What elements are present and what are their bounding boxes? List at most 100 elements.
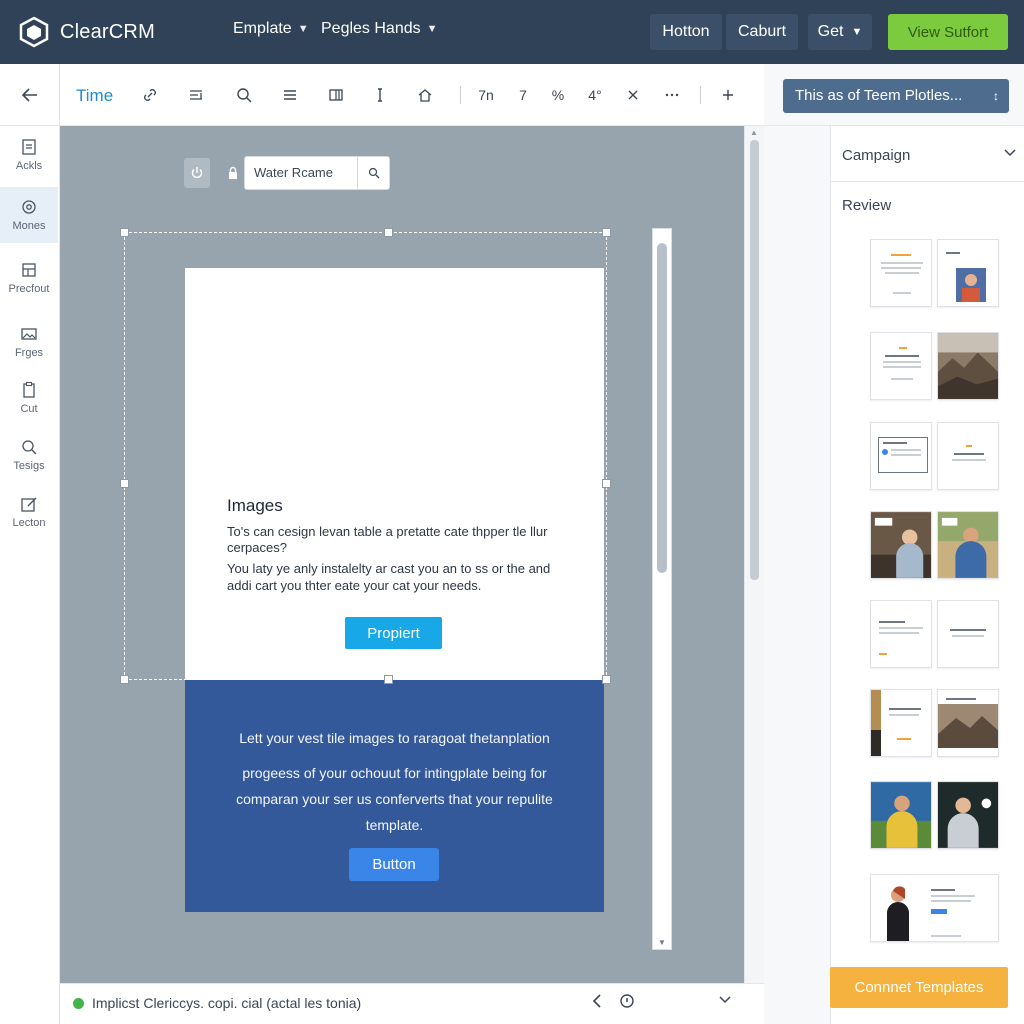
sidebar-item-precfout[interactable]: Precfout — [0, 250, 58, 306]
template-select[interactable]: This as of Teem Plotles... ↕ — [783, 79, 1009, 113]
preview-scrollbar[interactable]: ▼ — [652, 228, 672, 950]
selection-frame[interactable] — [120, 228, 611, 684]
person-photo-icon — [938, 782, 998, 848]
add-icon[interactable] — [716, 83, 740, 107]
columns-icon[interactable] — [324, 83, 348, 107]
resize-handle[interactable] — [120, 675, 129, 684]
template-thumbnail[interactable] — [870, 689, 932, 757]
template-thumbnail[interactable] — [870, 511, 932, 579]
lock-icon[interactable] — [220, 158, 246, 188]
person-photo-icon — [871, 782, 931, 848]
sidebar-item-mones[interactable]: Mones — [0, 187, 58, 243]
scrollbar-thumb[interactable] — [657, 243, 667, 573]
nav-emplate-menu[interactable]: Emplate ▼ — [233, 20, 309, 38]
sidebar-item-label: Mones — [12, 220, 46, 232]
resize-handle[interactable] — [602, 675, 611, 684]
text-cursor-icon[interactable] — [368, 83, 392, 107]
template-thumbnail[interactable] — [870, 781, 932, 849]
get-label: Get — [817, 23, 844, 40]
text-tool-7[interactable]: 7 — [511, 83, 535, 107]
close-icon[interactable] — [621, 83, 645, 107]
text-tool-7n[interactable]: 7n — [474, 83, 498, 107]
template-thumbnail[interactable] — [937, 781, 999, 849]
scrollbar-thumb[interactable] — [750, 140, 759, 580]
chevron-down-icon: ▼ — [297, 23, 309, 35]
sidebar-item-label: Lecton — [12, 517, 46, 529]
sidebar-item-label: Frges — [14, 347, 44, 359]
blue-band-line: template. — [365, 817, 424, 833]
landscape-photo-icon — [938, 704, 998, 748]
campaign-dropdown[interactable]: Campaign — [831, 126, 1024, 182]
template-thumbnail[interactable] — [937, 511, 999, 579]
percent-tool[interactable]: % — [546, 83, 570, 107]
template-thumbnail[interactable] — [870, 422, 932, 490]
template-thumbnail[interactable] — [870, 600, 932, 668]
frame-name-value: Water Rcame — [254, 165, 333, 180]
toolbar-divider — [700, 86, 701, 104]
scroll-up-icon[interactable]: ▲ — [750, 128, 758, 137]
power-icon[interactable] — [184, 158, 210, 188]
chevron-left-icon[interactable] — [590, 993, 604, 1013]
nav-pages-menu[interactable]: Pegles Hands ▼ — [321, 20, 438, 38]
email-blue-band[interactable]: Lett your vest tile images to raragoat t… — [185, 680, 604, 912]
search-icon[interactable] — [357, 157, 389, 189]
template-thumbnail[interactable] — [937, 422, 999, 490]
template-thumbnail[interactable] — [937, 689, 999, 757]
sidebar-item-cut[interactable]: Cut — [0, 370, 58, 426]
blue-band-line: comparan your ser us conferverts that yo… — [236, 791, 553, 807]
back-button[interactable] — [0, 64, 60, 126]
chevron-down-icon: ▼ — [426, 23, 438, 35]
template-thumbnail[interactable] — [870, 332, 932, 400]
view-support-button[interactable]: View Sutfort — [888, 14, 1008, 50]
app-logo[interactable]: ClearCRM — [18, 16, 155, 48]
align-icon[interactable] — [278, 83, 302, 107]
template-thumbnail[interactable] — [937, 600, 999, 668]
more-icon[interactable] — [660, 83, 684, 107]
resize-handle[interactable] — [602, 479, 611, 488]
info-icon[interactable] — [619, 993, 635, 1013]
format-icon[interactable] — [184, 83, 208, 107]
toolbar-title[interactable]: Time — [76, 86, 113, 106]
search-icon[interactable] — [232, 83, 256, 107]
get-dropdown-button[interactable]: Get ▼ — [808, 14, 872, 50]
sidebar-item-tesigs[interactable]: Tesigs — [0, 427, 58, 483]
top-bar: ClearCRM Emplate ▼ Pegles Hands ▼ Hotton… — [0, 0, 1024, 64]
clipboard-icon — [23, 381, 35, 398]
toolbar-divider — [460, 86, 461, 104]
person-photo-icon — [956, 268, 986, 302]
status-bar: Implicst Clericcys. copi. cial (actal le… — [60, 983, 764, 1024]
chevron-down-icon — [1003, 146, 1017, 163]
frame-name-field[interactable]: Water Rcame — [244, 156, 390, 190]
link-icon[interactable] — [138, 83, 162, 107]
document-icon — [22, 139, 36, 155]
template-thumbnail[interactable] — [937, 332, 999, 400]
template-thumbnail[interactable] — [937, 239, 999, 307]
templates-panel: Campaign Review — [830, 126, 1024, 1024]
resize-handle[interactable] — [602, 228, 611, 237]
hotton-button[interactable]: Hotton — [650, 14, 722, 50]
template-thumbnail[interactable] — [870, 874, 999, 942]
chevron-down-icon[interactable] — [718, 993, 732, 1011]
blue-band-button[interactable]: Button — [349, 848, 439, 881]
template-thumbnail[interactable] — [870, 239, 932, 307]
sidebar-item-lecton[interactable]: Lecton — [0, 484, 58, 540]
resize-handle[interactable] — [120, 479, 129, 488]
nav-pages-label: Pegles Hands — [321, 20, 421, 37]
status-ok-icon — [73, 998, 84, 1009]
person-photo-icon — [871, 512, 931, 578]
arrow-left-icon — [21, 87, 37, 102]
canvas-scrollbar[interactable]: ▲ — [744, 126, 764, 983]
resize-handle[interactable] — [120, 228, 129, 237]
degree-tool[interactable]: 4° — [583, 83, 607, 107]
convert-templates-button[interactable]: Connnet Templates — [830, 967, 1008, 1008]
resize-handle[interactable] — [384, 675, 393, 684]
resize-handle[interactable] — [384, 228, 393, 237]
edit-icon — [21, 497, 37, 512]
caburt-button[interactable]: Caburt — [726, 14, 798, 50]
scroll-down-icon[interactable]: ▼ — [658, 938, 666, 947]
home-icon[interactable] — [413, 83, 437, 107]
person-photo-icon — [887, 886, 909, 941]
sidebar-item-frges[interactable]: Frges — [0, 314, 58, 370]
sidebar-item-ackls[interactable]: Ackls — [0, 127, 58, 183]
review-label: Review — [842, 197, 892, 214]
